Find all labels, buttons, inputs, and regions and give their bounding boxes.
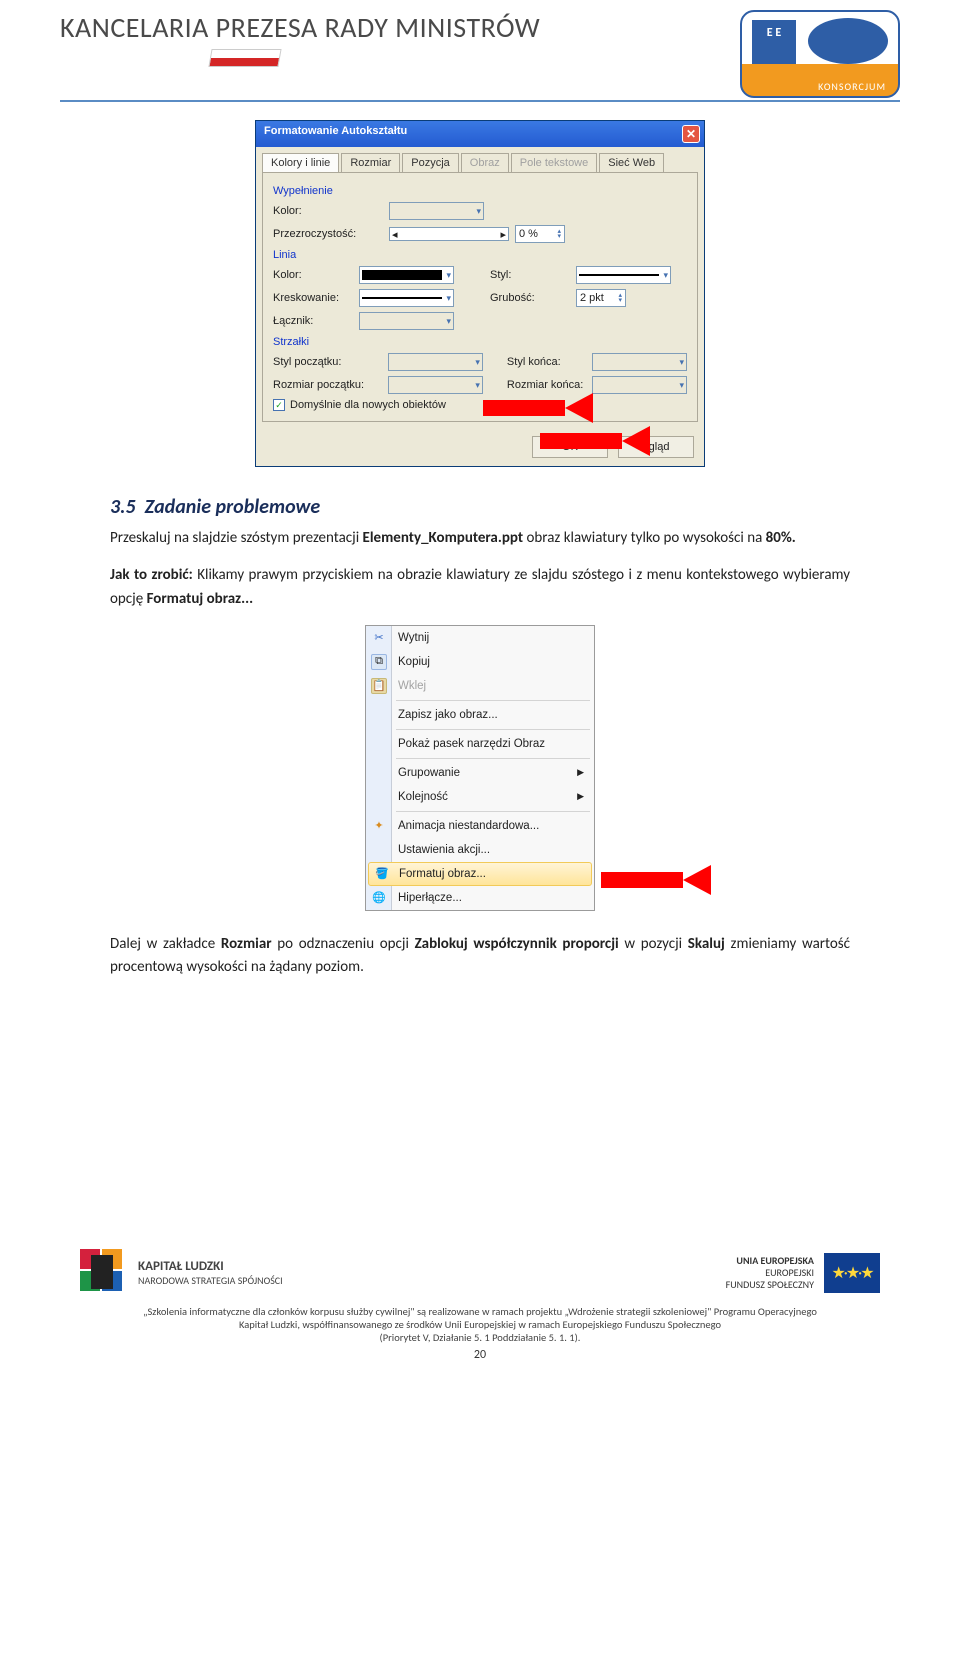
ue-line3: FUNDUSZ SPOŁECZNY bbox=[726, 1279, 814, 1291]
logo-oval-icon bbox=[808, 18, 888, 64]
kl-mark-icon bbox=[80, 1249, 128, 1297]
red-arrow-annotation-icon bbox=[540, 426, 650, 456]
logo-konsorcjum-label: KONSORCJUM bbox=[818, 80, 886, 93]
tab-textbox: Pole tekstowe bbox=[511, 153, 597, 172]
tab-picture: Obraz bbox=[461, 153, 509, 172]
submenu-arrow-icon: ▶ bbox=[577, 767, 584, 778]
fill-color-combo[interactable]: ▾ bbox=[389, 202, 484, 220]
menu-save-as-image[interactable]: Zapisz jako obraz... bbox=[366, 703, 594, 727]
begin-size-label: Rozmiar początku: bbox=[273, 379, 382, 391]
dash-combo[interactable]: ▾ bbox=[359, 289, 454, 307]
paragraph-1: Przeskaluj na slajdzie szóstym prezentac… bbox=[110, 527, 850, 550]
tab-colors-lines[interactable]: Kolory i linie bbox=[262, 153, 339, 172]
close-icon[interactable]: ✕ bbox=[682, 125, 700, 143]
menu-action-settings[interactable]: Ustawienia akcji... bbox=[366, 838, 594, 862]
end-size-combo[interactable]: ▾ bbox=[592, 376, 687, 394]
submenu-arrow-icon: ▶ bbox=[577, 791, 584, 802]
logo-ee-icon: E E bbox=[752, 20, 796, 64]
eu-flag-icon: ★·★·★ bbox=[824, 1253, 880, 1293]
transparency-label: Przezroczystość: bbox=[273, 228, 383, 240]
section-heading: 3.5 Zadanie problemowe bbox=[110, 495, 850, 519]
konsorcjum-logo: E E KONSORCJUM bbox=[740, 10, 900, 98]
fill-color-label: Kolor: bbox=[273, 205, 383, 217]
ribbon-flag-icon bbox=[208, 49, 281, 67]
menu-separator bbox=[396, 700, 590, 701]
menu-show-picture-toolbar[interactable]: Pokaż pasek narzędzi Obraz bbox=[366, 732, 594, 756]
menu-order[interactable]: Kolejność▶ bbox=[366, 785, 594, 809]
dialog-titlebar[interactable]: Formatowanie Autokształtu ✕ bbox=[256, 121, 704, 147]
fill-section-label: Wypełnienie bbox=[273, 185, 687, 197]
menu-separator bbox=[396, 729, 590, 730]
line-color-label: Kolor: bbox=[273, 269, 353, 281]
line-style-label: Styl: bbox=[490, 269, 570, 281]
paragraph-2: Jak to zrobić: Klikamy prawym przyciskie… bbox=[110, 564, 850, 611]
heading-number: 3.5 bbox=[110, 495, 136, 519]
end-size-label: Rozmiar końca: bbox=[507, 379, 587, 391]
context-menu: ✂Wytnij ⧉Kopiuj 📋Wklej Zapisz jako obraz… bbox=[365, 625, 595, 911]
kl-title: KAPITAŁ LUDZKI bbox=[138, 1259, 283, 1274]
heading-text: Zadanie problemowe bbox=[145, 495, 321, 519]
connector-label: Łącznik: bbox=[273, 315, 353, 327]
chevron-down-icon: ▾ bbox=[476, 206, 481, 217]
dialog-tabs: Kolory i linie Rozmiar Pozycja Obraz Pol… bbox=[256, 147, 704, 172]
end-style-combo[interactable]: ▾ bbox=[592, 353, 687, 371]
transparency-spinbox[interactable]: 0 %▴▾ bbox=[515, 225, 565, 243]
menu-custom-animation[interactable]: ✦Animacja niestandardowa... bbox=[366, 814, 594, 838]
paragraph-3: Dalej w zakładce Rozmiar po odznaczeniu … bbox=[110, 933, 850, 980]
line-style-combo[interactable]: ▾ bbox=[576, 266, 671, 284]
kl-subtitle: NARODOWA STRATEGIA SPÓJNOŚCI bbox=[138, 1274, 283, 1287]
menu-cut[interactable]: ✂Wytnij bbox=[366, 626, 594, 650]
default-checkbox[interactable]: ✓ bbox=[273, 399, 285, 411]
dash-label: Kreskowanie: bbox=[273, 292, 353, 304]
footer-text: „Szkolenia informatyczne dla członków ko… bbox=[40, 1305, 920, 1344]
tab-web[interactable]: Sieć Web bbox=[599, 153, 664, 172]
menu-copy[interactable]: ⧉Kopiuj bbox=[366, 650, 594, 674]
format-autoshape-dialog: Formatowanie Autokształtu ✕ Kolory i lin… bbox=[255, 120, 705, 467]
eu-logo-block: UNIA EUROPEJSKA EUROPEJSKI FUNDUSZ SPOŁE… bbox=[726, 1253, 880, 1293]
footer-logos: KAPITAŁ LUDZKI NARODOWA STRATEGIA SPÓJNO… bbox=[0, 1239, 960, 1297]
begin-style-label: Styl początku: bbox=[273, 356, 382, 368]
kapital-ludzki-logo: KAPITAŁ LUDZKI NARODOWA STRATEGIA SPÓJNO… bbox=[80, 1249, 283, 1297]
paste-icon: 📋 bbox=[371, 678, 387, 694]
org-title: KANCELARIA PREZESA RADY MINISTRÓW bbox=[60, 10, 540, 45]
transparency-slider[interactable]: ◂▸ bbox=[389, 227, 509, 241]
tab-size[interactable]: Rozmiar bbox=[341, 153, 400, 172]
arrows-section-label: Strzałki bbox=[273, 336, 687, 348]
line-color-combo[interactable]: ▾ bbox=[359, 266, 454, 284]
cut-icon: ✂ bbox=[371, 630, 387, 646]
red-arrow-annotation-icon bbox=[601, 865, 711, 895]
copy-icon: ⧉ bbox=[371, 654, 387, 670]
menu-group[interactable]: Grupowanie▶ bbox=[366, 761, 594, 785]
animation-icon: ✦ bbox=[371, 818, 387, 834]
dialog-panel: Wypełnienie Kolor: ▾ Przezroczystość: ◂▸… bbox=[262, 172, 698, 422]
menu-format-picture[interactable]: 🪣Formatuj obraz... bbox=[368, 862, 592, 886]
line-section-label: Linia bbox=[273, 249, 687, 261]
menu-separator bbox=[396, 811, 590, 812]
begin-style-combo[interactable]: ▾ bbox=[388, 353, 483, 371]
red-arrow-annotation-icon bbox=[483, 393, 593, 423]
page-header: KANCELARIA PREZESA RADY MINISTRÓW E E KO… bbox=[0, 0, 960, 98]
connector-combo[interactable]: ▾ bbox=[359, 312, 454, 330]
format-picture-icon: 🪣 bbox=[374, 866, 390, 882]
menu-separator bbox=[396, 758, 590, 759]
end-style-label: Styl końca: bbox=[507, 356, 587, 368]
default-checkbox-label: Domyślnie dla nowych obiektów bbox=[290, 399, 446, 411]
dialog-title: Formatowanie Autokształtu bbox=[264, 125, 407, 143]
hyperlink-icon: 🌐 bbox=[371, 890, 387, 906]
begin-size-combo[interactable]: ▾ bbox=[388, 376, 483, 394]
weight-label: Grubość: bbox=[490, 292, 570, 304]
menu-hyperlink[interactable]: 🌐Hiperłącze... bbox=[366, 886, 594, 910]
menu-paste: 📋Wklej bbox=[366, 674, 594, 698]
weight-spinbox[interactable]: 2 pkt▴▾ bbox=[576, 289, 626, 307]
page-number: 20 bbox=[0, 1348, 960, 1362]
tab-position[interactable]: Pozycja bbox=[402, 153, 459, 172]
